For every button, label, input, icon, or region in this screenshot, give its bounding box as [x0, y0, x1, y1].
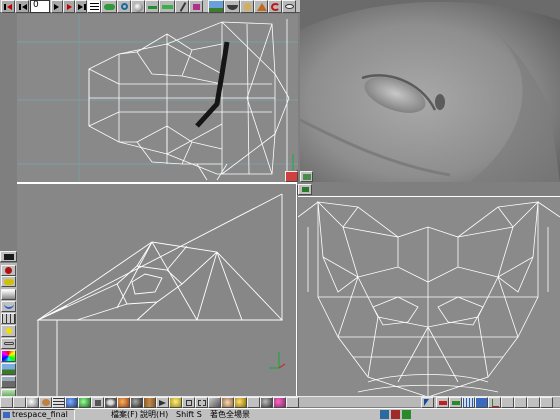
spreadsheet-icon[interactable] — [87, 0, 101, 13]
color-wheel-icon[interactable] — [1, 350, 16, 362]
status-grid-icon[interactable] — [462, 397, 475, 408]
green-bar-icon[interactable] — [159, 0, 175, 13]
status-eye-icon[interactable] — [286, 397, 299, 408]
top-toolbar: 0 — [0, 0, 300, 13]
front-viewport[interactable] — [17, 14, 298, 182]
step-back-icon[interactable] — [15, 0, 29, 13]
shaded-perspective-viewport[interactable] — [300, 0, 560, 182]
light-icon[interactable] — [1, 325, 16, 337]
green-shape-icon[interactable] — [101, 0, 117, 13]
play-forward-icon[interactable] — [75, 0, 87, 13]
bowl-icon[interactable] — [224, 0, 240, 13]
viewport-render-icon[interactable] — [298, 184, 312, 195]
play-icon[interactable] — [63, 0, 75, 13]
landscape-icon[interactable] — [208, 0, 224, 13]
top-viewport[interactable] — [298, 196, 560, 396]
grid-icon[interactable] — [1, 313, 16, 324]
rewind-start-icon[interactable] — [1, 0, 15, 13]
app-icon — [3, 412, 10, 418]
status-arrow-icon[interactable] — [156, 397, 169, 408]
status-dark-icon[interactable] — [130, 397, 143, 408]
magenta-plug-icon[interactable] — [189, 0, 203, 13]
status-gold-icon[interactable] — [234, 397, 247, 408]
status-red-bar-icon[interactable] — [436, 397, 449, 408]
left-palette — [0, 263, 17, 403]
status-cross-icon[interactable] — [540, 397, 553, 408]
status-axis-icon[interactable] — [488, 397, 501, 408]
red-sphere-icon[interactable] — [1, 265, 16, 276]
status-wire-icon[interactable] — [195, 397, 208, 408]
status-move-icon[interactable] — [501, 397, 514, 408]
teapot-icon[interactable] — [1, 276, 16, 287]
status-hint: 著色全場景 — [210, 410, 250, 419]
arrow-tool-icon[interactable] — [145, 0, 159, 13]
terrain-icon[interactable] — [1, 376, 16, 388]
shortcut-label: Shift S — [176, 410, 202, 419]
menu-help[interactable]: 說明(H) — [140, 410, 168, 420]
status-hand-icon[interactable] — [13, 397, 26, 408]
status-bar — [0, 396, 560, 408]
tray-icon-3[interactable] — [402, 410, 411, 419]
front-wireframe — [17, 14, 298, 182]
chain-icon[interactable] — [1, 338, 16, 349]
status-disc-icon[interactable] — [104, 397, 117, 408]
taskbar-app-button[interactable]: trespace_final — [0, 409, 75, 420]
frame-field[interactable]: 0 — [30, 0, 50, 13]
eye-icon[interactable] — [282, 0, 296, 13]
shaded-render — [300, 0, 560, 182]
status-tool-icon[interactable] — [247, 397, 260, 408]
taskbar: trespace_final 檔案(F) 說明(H) Shift S 著色全場景 — [0, 408, 560, 420]
frame-value: 0 — [33, 0, 39, 10]
status-color-icon[interactable] — [39, 397, 52, 408]
tray-icon-1[interactable] — [380, 410, 389, 419]
gradient-icon[interactable] — [1, 289, 16, 300]
status-rock-icon[interactable] — [260, 397, 273, 408]
status-face-icon[interactable] — [221, 397, 234, 408]
status-stripe-icon[interactable] — [52, 397, 65, 408]
status-green-ball-icon[interactable] — [78, 397, 91, 408]
palette-top-icon[interactable] — [0, 251, 17, 262]
red-swirl-icon[interactable] — [268, 0, 282, 13]
status-blue-icon[interactable] — [475, 397, 488, 408]
status-orange-icon[interactable] — [117, 397, 130, 408]
status-rotate-icon[interactable] — [514, 397, 527, 408]
status-blue-sphere-icon[interactable] — [65, 397, 78, 408]
status-cube-icon[interactable] — [182, 397, 195, 408]
status-bulb-icon[interactable] — [169, 397, 182, 408]
taskbar-app-label: trespace_final — [12, 410, 68, 419]
magnet-icon[interactable] — [117, 0, 131, 13]
landscape-icon-2[interactable] — [1, 363, 16, 375]
step-forward-icon[interactable] — [51, 0, 63, 13]
side-viewport[interactable] — [17, 182, 297, 396]
viewport-layout-icon[interactable] — [300, 171, 313, 182]
status-select-icon[interactable] — [421, 397, 434, 408]
tray-icons — [380, 410, 420, 419]
viewport-maximize-icon[interactable] — [285, 171, 298, 182]
menu-file[interactable]: 檔案(F) — [111, 410, 138, 420]
tray-icon-2[interactable] — [391, 410, 400, 419]
status-wood-icon[interactable] — [143, 397, 156, 408]
cylinder-icon[interactable] — [240, 0, 254, 13]
status-pink-icon[interactable] — [273, 397, 286, 408]
status-green-bar-icon[interactable] — [449, 397, 462, 408]
top-wireframe — [298, 200, 560, 396]
status-lathe-icon[interactable] — [91, 397, 104, 408]
status-scale-icon[interactable] — [527, 397, 540, 408]
status-camera-icon[interactable] — [0, 397, 13, 408]
sphere-icon[interactable] — [131, 0, 145, 13]
status-sphere-icon[interactable] — [26, 397, 39, 408]
cone-icon[interactable] — [254, 0, 268, 13]
modeler-window: 0 trespace_final 檔案(F) 說明(H) Shift S 著色全… — [0, 0, 560, 420]
side-wireframe — [36, 193, 286, 396]
pencil-icon[interactable] — [175, 0, 189, 13]
status-gem-icon[interactable] — [208, 397, 221, 408]
wave-icon[interactable] — [1, 301, 16, 312]
